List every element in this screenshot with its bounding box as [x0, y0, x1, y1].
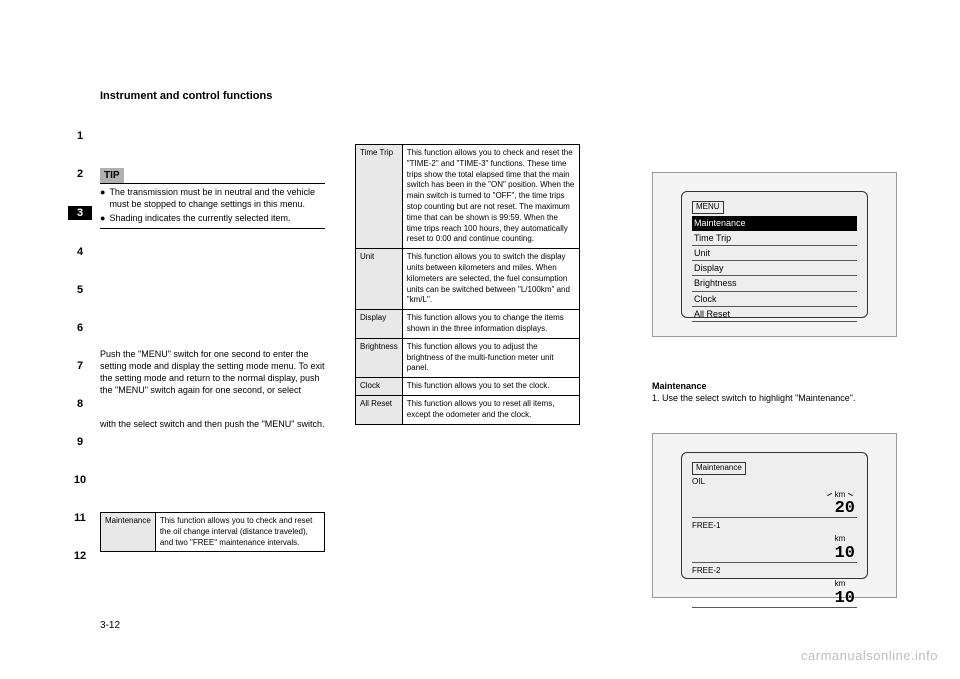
bullet-icon: ●	[100, 213, 105, 225]
chapter-index-10: 10	[68, 474, 92, 486]
chapter-index-4: 4	[68, 246, 92, 258]
lcd-menu-item-display: Display	[692, 261, 857, 276]
chapter-index-sidebar: 1 2 3 4 5 6 7 8 9 10 11 12	[68, 130, 92, 588]
maint-row-free1-label: FREE-1	[692, 521, 857, 532]
chapter-index-2: 2	[68, 168, 92, 180]
chapter-index-5: 5	[68, 284, 92, 296]
settings-table: Maintenance This function allows you to …	[100, 512, 325, 552]
row-display-label: Display	[356, 310, 403, 339]
maintenance-heading: Maintenance	[652, 380, 897, 392]
chapter-index-3: 3	[68, 206, 92, 220]
lcd-menu-item-clock: Clock	[692, 292, 857, 307]
row-allreset-label: All Reset	[356, 395, 403, 424]
row-unit-label: Unit	[356, 249, 403, 310]
lcd-menu-title: MENU	[692, 201, 724, 214]
lcd-maintenance-title: Maintenance	[692, 462, 746, 475]
chapter-index-9: 9	[68, 436, 92, 448]
lcd-maintenance-screenshot: Maintenance OIL km 20 FREE-1 km	[652, 433, 897, 598]
tip-label: TIP	[100, 168, 124, 183]
maint-row-free2-unit: km	[835, 579, 846, 588]
lcd-menu-item-brightness: Brightness	[692, 276, 857, 291]
setting-mode-desc-1: Push the "MENU" switch for one second to…	[100, 348, 325, 397]
lcd-menu-item-unit: Unit	[692, 246, 857, 261]
maint-row-free2-label: FREE-2	[692, 566, 857, 577]
chapter-index-8: 8	[68, 398, 92, 410]
page-number: 3-12	[100, 620, 120, 631]
tip-line-2: Shading indicates the currently selected…	[109, 213, 290, 225]
row-brightness-label: Brightness	[356, 338, 403, 377]
row-display-desc: This function allows you to change the i…	[402, 310, 579, 339]
maint-row-free2: FREE-2 km 10	[692, 566, 857, 608]
row-allreset-desc: This function allows you to reset all it…	[402, 395, 579, 424]
page-root: Instrument and control functions 1 2 3 4…	[0, 0, 960, 679]
lcd-menu-item-allreset: All Reset	[692, 307, 857, 322]
maint-row-free1-value: 10	[835, 544, 855, 563]
tip-rule-bottom	[100, 228, 325, 229]
row-timetrip-label: Time Trip	[356, 145, 403, 249]
maint-row-oil: OIL km 20	[692, 477, 857, 519]
tip-box: TIP ●The transmission must be in neutral…	[100, 168, 325, 229]
chapter-index-7: 7	[68, 360, 92, 372]
chapter-index-11: 11	[68, 512, 92, 524]
row-unit-desc: This function allows you to switch the d…	[402, 249, 579, 310]
bullet-icon: ●	[100, 187, 105, 210]
maintenance-step-1: 1. Use the select switch to highlight "M…	[652, 392, 897, 404]
left-black-tab	[0, 0, 22, 679]
row-clock-label: Clock	[356, 378, 403, 396]
lcd-menu-inner: MENU Maintenance Time Trip Unit Display …	[681, 191, 868, 318]
chapter-index-12: 12	[68, 550, 92, 562]
maint-row-free1-unit: km	[835, 534, 846, 543]
chapter-index-6: 6	[68, 322, 92, 334]
row-clock-desc: This function allows you to set the cloc…	[402, 378, 579, 396]
chapter-index-1: 1	[68, 130, 92, 142]
maint-row-free1: FREE-1 km 10	[692, 521, 857, 563]
source-watermark: carmanualsonline.info	[801, 648, 938, 663]
section-header: Instrument and control functions	[100, 90, 900, 102]
lcd-menu-item-timetrip: Time Trip	[692, 231, 857, 246]
tip-line-1: The transmission must be in neutral and …	[109, 187, 325, 210]
lcd-maintenance-inner: Maintenance OIL km 20 FREE-1 km	[681, 452, 868, 579]
row-timetrip-desc: This function allows you to check and re…	[402, 145, 579, 249]
maint-row-oil-label: OIL	[692, 477, 857, 488]
maintenance-section: Maintenance 1. Use the select switch to …	[652, 380, 897, 404]
row-brightness-desc: This function allows you to adjust the b…	[402, 338, 579, 377]
settings-table-col2: Time Trip This function allows you to ch…	[355, 144, 580, 425]
lcd-menu-screenshot: MENU Maintenance Time Trip Unit Display …	[652, 172, 897, 337]
maint-row-oil-unit: km	[835, 490, 846, 499]
lcd-menu-item-maintenance: Maintenance	[692, 216, 857, 231]
maint-row-free2-value: 10	[835, 589, 855, 608]
row-maintenance-label: Maintenance	[101, 513, 156, 552]
row-maintenance-desc: This function allows you to check and re…	[155, 513, 324, 552]
setting-mode-desc-2: with the select switch and then push the…	[100, 418, 325, 430]
maint-row-oil-value: 20	[835, 499, 855, 518]
